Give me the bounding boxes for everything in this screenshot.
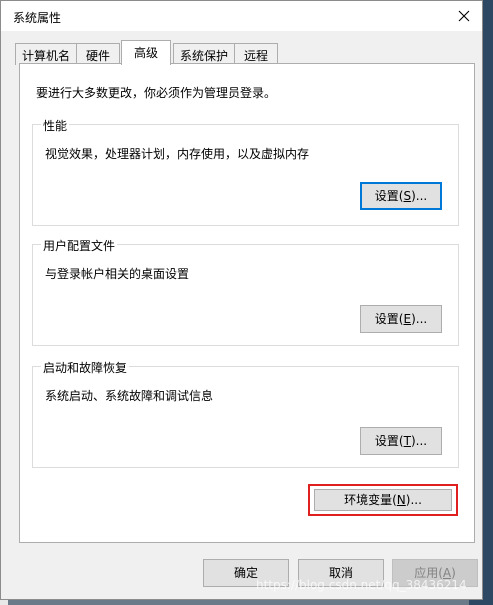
performance-group: 性能 视觉效果，处理器计划，内存使用，以及虚拟内存 设置(S)...: [32, 117, 459, 226]
user-profile-group: 用户配置文件 与登录帐户相关的桌面设置 设置(E)...: [32, 237, 459, 346]
advanced-panel: 要进行大多数更改，你必须作为管理员登录。 性能 视觉效果，处理器计划，内存使用，…: [19, 63, 475, 543]
window-title: 系统属性: [13, 11, 62, 25]
tab-remote[interactable]: 远程: [234, 43, 278, 65]
env-highlight-box: 环境变量(N)...: [308, 484, 458, 516]
button-text: 设置(: [374, 189, 404, 203]
button-text: 环境变量(: [344, 493, 397, 507]
group-title: 性能: [41, 117, 70, 134]
button-text: )...: [411, 189, 428, 203]
button-mnemonic: E: [403, 312, 412, 326]
startup-recovery-group: 启动和故障恢复 系统启动、系统故障和调试信息 设置(T)...: [32, 359, 459, 468]
button-mnemonic: S: [403, 189, 412, 203]
group-description: 与登录帐户相关的桌面设置: [45, 267, 190, 281]
tab-advanced[interactable]: 高级: [121, 40, 171, 65]
close-icon: [458, 10, 470, 22]
button-text: )...: [411, 312, 428, 326]
tab-system-protection[interactable]: 系统保护: [173, 43, 235, 65]
group-title: 用户配置文件: [41, 237, 118, 254]
tab-computer-name[interactable]: 计算机名: [15, 43, 77, 65]
system-properties-dialog: 系统属性 计算机名 硬件 高级 系统保护 远程 要进行大多数更改，你必须作为管理…: [0, 0, 483, 600]
group-description: 视觉效果，处理器计划，内存使用，以及虚拟内存: [45, 147, 310, 161]
tab-label: 硬件: [85, 49, 110, 63]
group-title: 启动和故障恢复: [41, 359, 130, 376]
button-mnemonic: T: [403, 434, 411, 448]
startup-settings-button[interactable]: 设置(T)...: [360, 427, 442, 455]
performance-settings-button[interactable]: 设置(S)...: [360, 182, 442, 210]
button-text: )...: [405, 493, 422, 507]
tab-label: 系统保护: [179, 49, 228, 63]
watermark: https://blog.csdn.net/qq_38436214: [256, 578, 467, 592]
profile-settings-button[interactable]: 设置(E)...: [360, 305, 442, 333]
admin-notice: 要进行大多数更改，你必须作为管理员登录。: [36, 86, 277, 100]
button-mnemonic: N: [396, 493, 406, 507]
button-text: 设置(: [374, 312, 404, 326]
tab-label: 高级: [133, 46, 158, 60]
tab-hardware[interactable]: 硬件: [76, 43, 120, 65]
group-description: 系统启动、系统故障和调试信息: [45, 389, 214, 403]
close-button[interactable]: [450, 4, 478, 28]
tab-label: 计算机名: [21, 49, 70, 63]
button-text: 设置(: [374, 434, 404, 448]
button-text: )...: [410, 434, 428, 448]
title-bar: 系统属性: [1, 1, 482, 31]
tab-label: 远程: [243, 49, 268, 63]
environment-variables-button[interactable]: 环境变量(N)...: [314, 489, 452, 511]
button-text: 确定: [233, 566, 258, 580]
